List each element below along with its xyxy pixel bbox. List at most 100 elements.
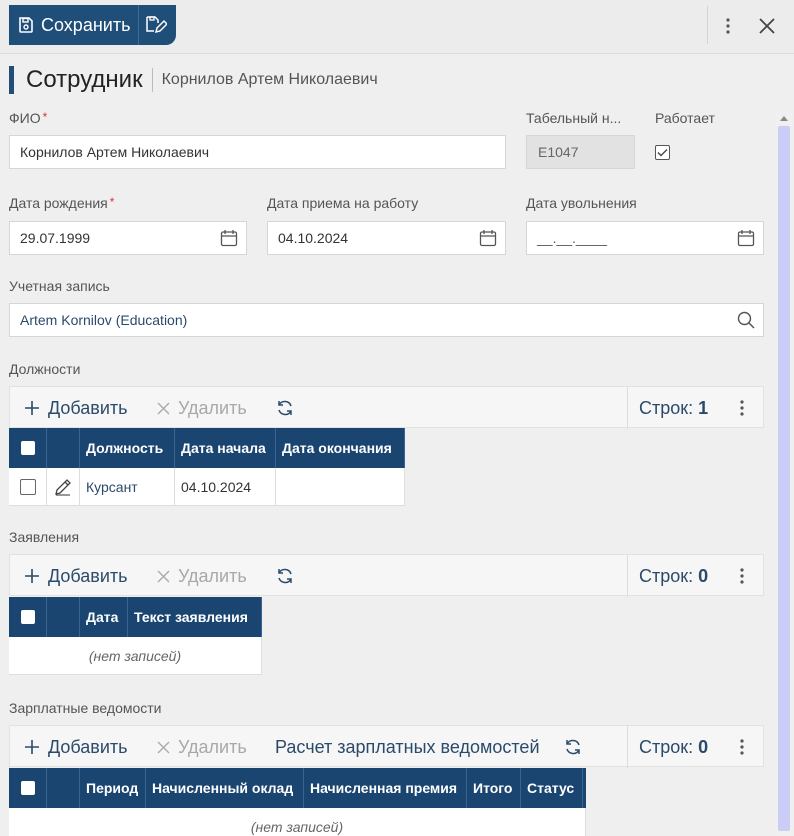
more-options-icon[interactable] — [717, 14, 739, 38]
payroll-more-icon[interactable] — [732, 736, 752, 758]
x-icon — [157, 741, 170, 753]
birth-label: Дата рождения * — [9, 195, 115, 211]
positions-rows-count: Строк: 1 — [639, 397, 709, 418]
positions-grid: Должность Дата начала Дата окончания Кур… — [9, 428, 405, 506]
title-accent-bar — [9, 66, 14, 94]
refresh-icon — [278, 568, 292, 584]
positions-grid-header: Должность Дата начала Дата окончания — [9, 428, 405, 468]
positions-more-icon[interactable] — [732, 397, 752, 419]
col-date[interactable]: Дата — [80, 597, 128, 637]
payroll-empty-message: (нет записей) — [9, 808, 586, 836]
col-bonus[interactable]: Начисленная премия — [304, 768, 467, 808]
works-label: Работает — [655, 110, 715, 126]
tabnum-input: E1047 — [526, 135, 635, 169]
birth-date-value: 29.07.1999 — [20, 230, 91, 246]
cell-end-date — [276, 468, 405, 506]
account-value: Artem Kornilov (Education) — [20, 312, 188, 328]
tabnum-label: Табельный н... — [526, 110, 622, 126]
statements-rows-count: Строк: 0 — [639, 565, 709, 586]
col-position[interactable]: Должность — [80, 428, 175, 468]
header-spacer — [47, 768, 80, 808]
col-salary[interactable]: Начисленный оклад — [146, 768, 304, 808]
tabnum-value: E1047 — [538, 144, 579, 160]
save-button[interactable]: Сохранить — [9, 5, 138, 45]
plus-icon — [25, 401, 39, 415]
positions-select-all-checkbox[interactable] — [9, 428, 47, 468]
refresh-icon — [566, 739, 580, 755]
page-subtitle: Корнилов Артем Николаевич — [161, 71, 378, 88]
calendar-icon[interactable] — [737, 229, 755, 247]
cell-position: Курсант — [80, 468, 175, 506]
calendar-icon[interactable] — [220, 229, 238, 247]
fio-value: Корнилов Артем Николаевич — [20, 144, 210, 160]
close-icon[interactable] — [754, 13, 780, 39]
account-label: Учетная запись — [9, 278, 110, 294]
statements-grid: Дата Текст заявления (нет записей) — [9, 597, 262, 675]
edit-icon[interactable] — [47, 468, 80, 506]
statements-grid-header: Дата Текст заявления — [9, 597, 262, 637]
save-button-group: Сохранить — [9, 5, 176, 45]
statements-section-title: Заявления — [9, 529, 80, 545]
payroll-refresh-button[interactable] — [564, 726, 590, 768]
check-icon — [657, 149, 668, 157]
payroll-add-button[interactable]: Добавить — [24, 726, 128, 768]
save-edit-button[interactable] — [139, 5, 173, 45]
page-title-text: Сотрудник — [26, 66, 143, 93]
save-button-label: Сохранить — [41, 14, 131, 35]
payroll-delete-button[interactable]: Удалить — [157, 726, 247, 768]
col-period[interactable]: Период — [80, 768, 146, 808]
positions-refresh-button[interactable] — [276, 387, 302, 429]
header-spacer — [47, 428, 80, 468]
positions-grid-toolbar: Добавить Удалить Строк: 1 — [9, 386, 764, 429]
statements-select-all-checkbox[interactable] — [9, 597, 47, 637]
positions-section-title: Должности — [9, 361, 81, 377]
payroll-grid-header: Период Начисленный оклад Начисленная пре… — [9, 768, 586, 808]
scrollbar-thumb[interactable] — [778, 126, 790, 831]
works-checkbox[interactable] — [655, 145, 670, 160]
payroll-grid-toolbar: Добавить Удалить Расчет зарплатных ведом… — [9, 725, 764, 768]
hire-date-input[interactable]: 04.10.2024 — [267, 221, 506, 255]
hire-label: Дата приема на работу — [267, 195, 419, 211]
refresh-icon — [278, 400, 292, 416]
positions-delete-button[interactable]: Удалить — [157, 387, 247, 429]
vertical-scrollbar[interactable] — [776, 112, 792, 836]
account-input[interactable]: Artem Kornilov (Education) — [9, 303, 764, 337]
save-icon — [19, 17, 33, 33]
payroll-rows-count: Строк: 0 — [639, 736, 709, 757]
row-checkbox[interactable] — [9, 468, 47, 506]
plus-icon — [25, 569, 39, 583]
toolbar-divider — [707, 6, 708, 44]
statements-more-icon[interactable] — [732, 565, 752, 587]
calendar-icon[interactable] — [479, 229, 497, 247]
payroll-calc-button[interactable]: Расчет зарплатных ведомостей — [275, 726, 540, 768]
x-icon — [157, 402, 170, 414]
header-spacer — [47, 597, 80, 637]
col-status[interactable]: Статус — [521, 768, 583, 808]
scroll-up-arrow-icon[interactable] — [778, 114, 790, 122]
col-start-date[interactable]: Дата начала — [175, 428, 276, 468]
col-statement-text[interactable]: Текст заявления — [128, 597, 262, 637]
payroll-section-title: Зарплатные ведомости — [9, 700, 162, 716]
payroll-select-all-checkbox[interactable] — [9, 768, 47, 808]
table-row[interactable]: Курсант 04.10.2024 — [9, 468, 405, 506]
top-toolbar: Сохранить — [0, 0, 794, 54]
fio-input[interactable]: Корнилов Артем Николаевич — [9, 135, 506, 169]
fire-label: Дата увольнения — [526, 195, 637, 211]
search-icon[interactable] — [737, 311, 755, 329]
page-title: Сотрудник Корнилов Артем Николаевич — [9, 66, 378, 94]
statements-empty-message: (нет записей) — [9, 637, 262, 675]
statements-grid-toolbar: Добавить Удалить Строк: 0 — [9, 554, 764, 597]
fire-date-input[interactable]: __.__.____ — [526, 221, 764, 255]
positions-add-button[interactable]: Добавить — [24, 387, 128, 429]
hire-date-value: 04.10.2024 — [278, 230, 349, 246]
payroll-grid: Период Начисленный оклад Начисленная пре… — [9, 768, 586, 836]
col-total[interactable]: Итого — [467, 768, 521, 808]
statements-refresh-button[interactable] — [276, 555, 302, 597]
col-end-date[interactable]: Дата окончания — [276, 428, 405, 468]
statements-delete-button[interactable]: Удалить — [157, 555, 247, 597]
birth-date-input[interactable]: 29.07.1999 — [9, 221, 247, 255]
title-divider — [151, 68, 153, 92]
x-icon — [157, 570, 170, 582]
cell-start-date: 04.10.2024 — [175, 468, 276, 506]
statements-add-button[interactable]: Добавить — [24, 555, 128, 597]
